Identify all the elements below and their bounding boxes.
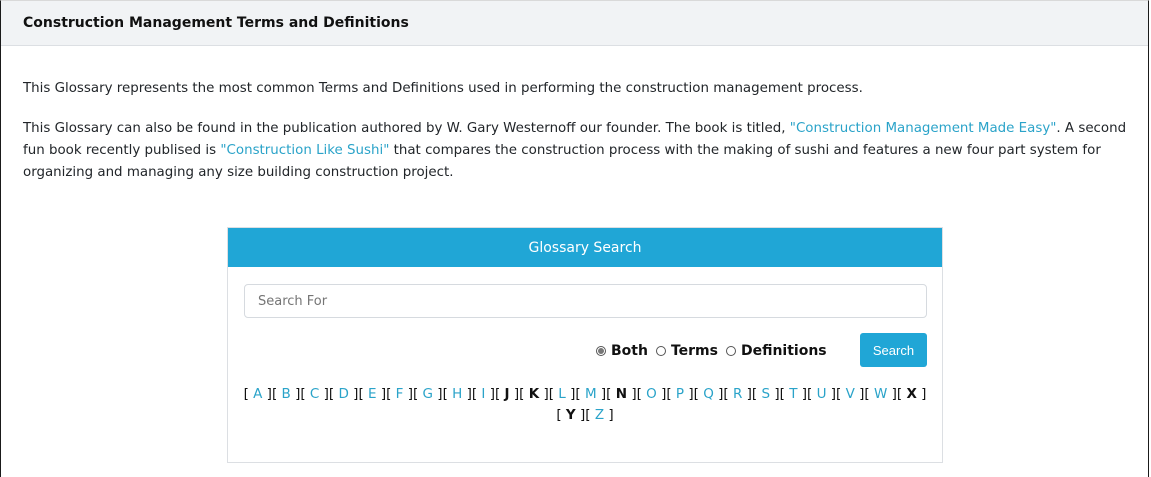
bracket-close: ] [854, 386, 865, 402]
glossary-panel: Construction Management Terms and Defini… [0, 0, 1149, 477]
radio-indicator [725, 346, 736, 356]
search-header: Glossary Search [228, 228, 942, 267]
bracket-close: ] [565, 386, 576, 402]
book-link-cm-made-easy[interactable]: "Construction Management Made Easy" [790, 121, 1057, 136]
bracket-close: ] [485, 386, 495, 402]
bracket-close: ] [627, 386, 637, 402]
bracket-open: [ [548, 386, 559, 402]
bracket-close: ] [433, 386, 443, 402]
bracket-close: ] [826, 386, 837, 402]
letter-c[interactable]: C [310, 386, 319, 402]
alphabet-index: [ A ][ B ][ C ][ D ][ E ][ F ][ G ][ H ]… [236, 384, 934, 426]
letter-o[interactable]: O [646, 386, 657, 402]
intro-paragraph: This Glossary represents the most common… [23, 81, 863, 96]
letter-x: X [906, 386, 917, 402]
panel-header: Construction Management Terms and Defini… [1, 1, 1148, 46]
bracket-close: ] [770, 386, 780, 402]
bracket-open: [ [519, 386, 529, 402]
bracket-close: ] [596, 386, 607, 402]
bracket-close: ] [319, 386, 329, 402]
bracket-close: ] [797, 386, 807, 402]
bracket-close: ] [575, 407, 586, 423]
bracket-close: ] [262, 386, 272, 402]
search-input[interactable] [244, 284, 927, 318]
bracket-close: ] [290, 386, 301, 402]
letter-y: Y [565, 407, 576, 423]
glossary-search-box: Glossary Search Both Terms Definitions S… [227, 227, 943, 463]
radio-terms[interactable]: Terms [655, 343, 718, 359]
letter-b[interactable]: B [282, 386, 291, 402]
bracket-open: [ [864, 386, 874, 402]
book-paragraph: This Glossary can also be found in the p… [23, 118, 1130, 184]
letter-w[interactable]: W [874, 386, 887, 402]
radio-indicator [655, 346, 666, 356]
bracket-open: [ [471, 386, 482, 402]
bracket-open: [ [585, 407, 595, 423]
bracket-close: ] [713, 386, 724, 402]
letter-v[interactable]: V [846, 386, 855, 402]
bracket-close: ] [403, 386, 413, 402]
radio-definitions[interactable]: Definitions [725, 343, 827, 359]
letter-g[interactable]: G [423, 386, 433, 402]
bracket-close: ] [656, 386, 667, 402]
letter-u[interactable]: U [817, 386, 827, 402]
bracket-open: [ [723, 386, 733, 402]
bracket-open: [ [606, 386, 616, 402]
bracket-open: [ [693, 386, 704, 402]
bracket-close: ] [684, 386, 694, 402]
bracket-close: ] [348, 386, 359, 402]
letter-d[interactable]: D [338, 386, 348, 402]
letter-m[interactable]: M [585, 386, 597, 402]
bracket-open: [ [271, 386, 282, 402]
bracket-open: [ [666, 386, 676, 402]
letter-a[interactable]: A [253, 386, 262, 402]
bracket-open: [ [243, 386, 254, 402]
letter-h[interactable]: H [452, 386, 462, 402]
letter-k: K [528, 386, 540, 402]
radio-label: Both [611, 343, 648, 359]
search-button[interactable]: Search [860, 333, 927, 367]
letter-n: N [615, 386, 628, 402]
bracket-close: ] [604, 407, 614, 423]
radio-label: Definitions [740, 343, 827, 359]
bracket-open: [ [386, 386, 396, 402]
letter-q[interactable]: Q [703, 386, 714, 402]
letter-z[interactable]: Z [595, 407, 604, 423]
bracket-open: [ [412, 386, 423, 402]
book-text-a: This Glossary can also be found in the p… [23, 121, 790, 136]
radio-indicator [596, 346, 606, 356]
letter-e[interactable]: E [368, 386, 377, 402]
letter-s[interactable]: S [761, 386, 770, 402]
bracket-open: [ [575, 386, 585, 402]
bracket-close: ] [509, 386, 520, 402]
bracket-close: ] [887, 386, 897, 402]
bracket-open: [ [494, 386, 505, 402]
letter-r[interactable]: R [733, 386, 742, 402]
page-title: Construction Management Terms and Defini… [23, 15, 409, 31]
letter-l[interactable]: L [558, 386, 566, 402]
bracket-close: ] [462, 386, 472, 402]
bracket-open: [ [836, 386, 846, 402]
search-options: Both Terms Definitions [596, 340, 835, 362]
bracket-close: ] [742, 386, 752, 402]
radio-label: Terms [670, 343, 718, 359]
bracket-open: [ [300, 386, 310, 402]
bracket-close: ] [376, 386, 387, 402]
bracket-close: ] [539, 386, 549, 402]
bracket-open: [ [556, 407, 566, 423]
bracket-open: [ [442, 386, 453, 402]
bracket-open: [ [896, 386, 907, 402]
book-link-construction-like-sushi[interactable]: "Construction Like Sushi" [220, 143, 389, 158]
bracket-close: ] [916, 386, 927, 402]
bracket-open: [ [807, 386, 817, 402]
letter-p[interactable]: P [676, 386, 684, 402]
bracket-open: [ [779, 386, 790, 402]
radio-both[interactable]: Both [596, 343, 648, 359]
bracket-open: [ [636, 386, 647, 402]
bracket-open: [ [358, 386, 368, 402]
